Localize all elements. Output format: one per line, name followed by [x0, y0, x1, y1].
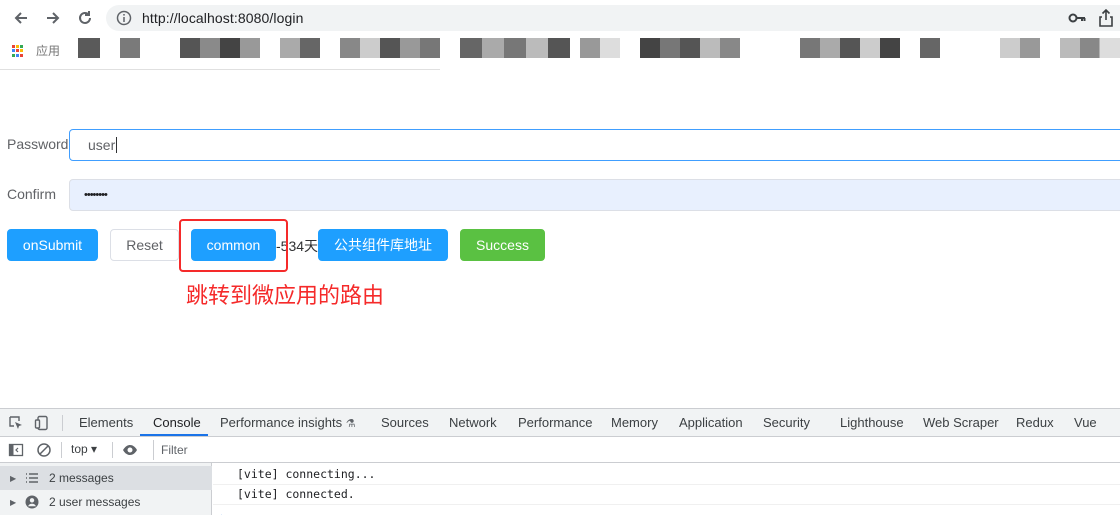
sidebar-item-label: 2 messages [49, 471, 114, 485]
obscured-bookmark [800, 38, 900, 58]
password-input[interactable]: user [69, 129, 1120, 161]
obscured-bookmark [920, 38, 940, 58]
url-text: http://localhost:8080/login [142, 10, 304, 26]
console-filterbar: top ▾ Filter [0, 437, 1120, 463]
reset-button[interactable]: Reset [110, 229, 179, 261]
tab-memory[interactable]: Memory [611, 415, 658, 430]
key-icon[interactable] [1068, 10, 1086, 26]
obscured-bookmark [1000, 38, 1040, 58]
obscured-bookmark [580, 38, 620, 58]
annotation-text: 跳转到微应用的路由 [186, 284, 385, 309]
user-icon [25, 495, 39, 509]
list-icon [26, 473, 38, 483]
inspect-element-icon[interactable] [8, 415, 24, 431]
active-tab-indicator [140, 434, 208, 436]
devtools-tabbar: Elements Console Performance insights ⚗ … [0, 409, 1120, 437]
submit-button[interactable]: onSubmit [7, 229, 98, 261]
tab-lighthouse[interactable]: Lighthouse [840, 415, 904, 430]
flask-icon: ⚗ [345, 418, 356, 430]
info-icon[interactable] [116, 10, 132, 26]
sidebar-item-messages[interactable]: ▶ 2 messages [0, 466, 212, 490]
component-library-button[interactable]: 公共组件库地址 [318, 229, 448, 261]
tab-sources[interactable]: Sources [381, 415, 429, 430]
success-button[interactable]: Success [460, 229, 545, 261]
password-label: Password [7, 136, 69, 152]
obscured-bookmark [120, 38, 140, 58]
divider [213, 484, 1120, 485]
reload-button[interactable] [73, 6, 97, 30]
password-value: user [88, 137, 116, 153]
obscured-bookmark [180, 38, 260, 58]
expand-arrow-icon[interactable]: ▶ [10, 474, 16, 483]
share-icon[interactable] [1098, 9, 1114, 27]
device-toolbar-icon[interactable] [34, 415, 50, 431]
confirm-value: •••••••• [84, 189, 108, 201]
tab-console[interactable]: Console [153, 415, 201, 430]
expand-arrow-icon[interactable]: ▶ [10, 498, 16, 507]
tab-label: Performance insights [220, 415, 343, 430]
tab-vue[interactable]: Vue [1074, 415, 1097, 430]
obscured-bookmark [1060, 38, 1120, 58]
console-prompt[interactable]: › [219, 510, 226, 515]
obscured-bookmark [340, 38, 440, 58]
divider [213, 504, 1120, 505]
arrow-left-icon [14, 12, 27, 24]
tab-application[interactable]: Application [679, 415, 743, 430]
forward-button[interactable] [41, 6, 65, 30]
console-log-line: [vite] connecting... [237, 467, 376, 481]
tab-performance-insights[interactable]: Performance insights ⚗ [220, 415, 356, 430]
tab-network[interactable]: Network [449, 415, 497, 430]
reload-icon [79, 11, 91, 24]
obscured-bookmark [460, 38, 570, 58]
console-filter-input[interactable]: Filter [153, 440, 1120, 460]
console-log-line: [vite] connected. [237, 487, 355, 501]
text-caret [116, 137, 118, 153]
obscured-bookmark [78, 38, 100, 58]
annotation-highlight-box [179, 219, 288, 272]
obscured-bookmark [280, 38, 320, 58]
divider [0, 69, 440, 70]
sidebar-toggle-icon[interactable] [8, 442, 24, 458]
tab-security[interactable]: Security [763, 415, 810, 430]
tab-redux[interactable]: Redux [1016, 415, 1054, 430]
browser-toolbar: http://localhost:8080/login [0, 0, 1120, 36]
back-button[interactable] [9, 6, 33, 30]
arrow-right-icon [47, 12, 60, 24]
divider [112, 442, 113, 458]
confirm-label: Confirm [7, 186, 57, 202]
console-sidebar: ▶ 2 messages ▶ 2 user messages [0, 463, 212, 515]
sidebar-item-user-messages[interactable]: ▶ 2 user messages [0, 490, 212, 514]
tab-web-scraper[interactable]: Web Scraper [923, 415, 999, 430]
confirm-input[interactable]: •••••••• [69, 179, 1120, 211]
divider [62, 415, 63, 431]
tab-elements[interactable]: Elements [79, 415, 133, 430]
sidebar-item-label: 2 user messages [49, 495, 141, 509]
filter-placeholder: Filter [161, 443, 188, 457]
devtools-panel: Elements Console Performance insights ⚗ … [0, 408, 1120, 515]
context-select[interactable]: top ▾ [71, 442, 97, 456]
eye-icon[interactable] [122, 442, 138, 458]
apps-label[interactable]: 应用 [36, 42, 60, 59]
address-bar[interactable]: http://localhost:8080/login [106, 5, 1120, 31]
bookmarks-bar: 应用 [0, 36, 1120, 62]
clear-console-icon[interactable] [36, 442, 52, 458]
obscured-bookmark [640, 38, 740, 58]
tab-performance[interactable]: Performance [518, 415, 592, 430]
divider [61, 442, 62, 458]
apps-icon[interactable] [12, 45, 24, 57]
